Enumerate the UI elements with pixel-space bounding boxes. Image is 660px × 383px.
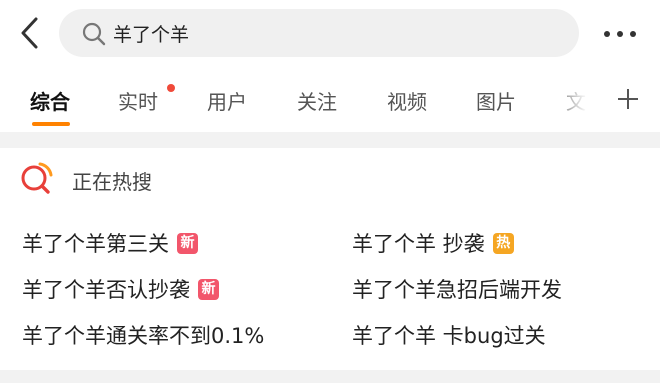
- plus-icon: [618, 89, 638, 109]
- hot-search-item[interactable]: 羊了个羊第三关新: [22, 228, 198, 258]
- tab-bar: 综合 实时 用户 关注 视频 图片 文: [0, 66, 660, 132]
- new-badge: 新: [177, 232, 198, 254]
- tab-users[interactable]: 用户: [207, 86, 247, 115]
- top-bar: [0, 0, 660, 66]
- hot-search-panel: 正在热搜 羊了个羊第三关新 羊了个羊 抄袭热 羊了个羊否认抄袭新 羊了个羊急招后…: [0, 148, 660, 370]
- more-dots-icon: [604, 31, 636, 37]
- tab-articles[interactable]: 文: [566, 86, 586, 115]
- add-tab-button[interactable]: [617, 88, 639, 110]
- search-input[interactable]: [113, 17, 533, 49]
- hot-search-item[interactable]: 羊了个羊急招后端开发: [352, 274, 562, 304]
- new-badge: 新: [198, 278, 219, 300]
- hot-search-item[interactable]: 羊了个羊否认抄袭新: [22, 274, 219, 304]
- tab-images[interactable]: 图片: [476, 86, 516, 115]
- search-icon: [82, 22, 106, 46]
- back-button[interactable]: [14, 14, 46, 52]
- hot-search-icon: [21, 162, 53, 194]
- chevron-left-icon: [21, 17, 38, 49]
- hot-badge: 热: [492, 232, 514, 254]
- realtime-notification-dot: [167, 84, 175, 92]
- active-tab-indicator: [32, 122, 70, 126]
- hot-search-item[interactable]: 羊了个羊 卡bug过关: [352, 320, 546, 350]
- hot-search-title: 正在热搜: [72, 170, 152, 194]
- tab-comprehensive[interactable]: 综合: [30, 86, 70, 115]
- hot-search-item[interactable]: 羊了个羊通关率不到0.1%: [22, 320, 264, 350]
- tab-videos[interactable]: 视频: [387, 86, 427, 115]
- tab-following[interactable]: 关注: [297, 86, 337, 115]
- hot-search-item[interactable]: 羊了个羊 抄袭热: [352, 228, 514, 258]
- search-box[interactable]: [59, 9, 579, 57]
- tab-realtime[interactable]: 实时: [118, 86, 158, 115]
- more-button[interactable]: [601, 26, 641, 40]
